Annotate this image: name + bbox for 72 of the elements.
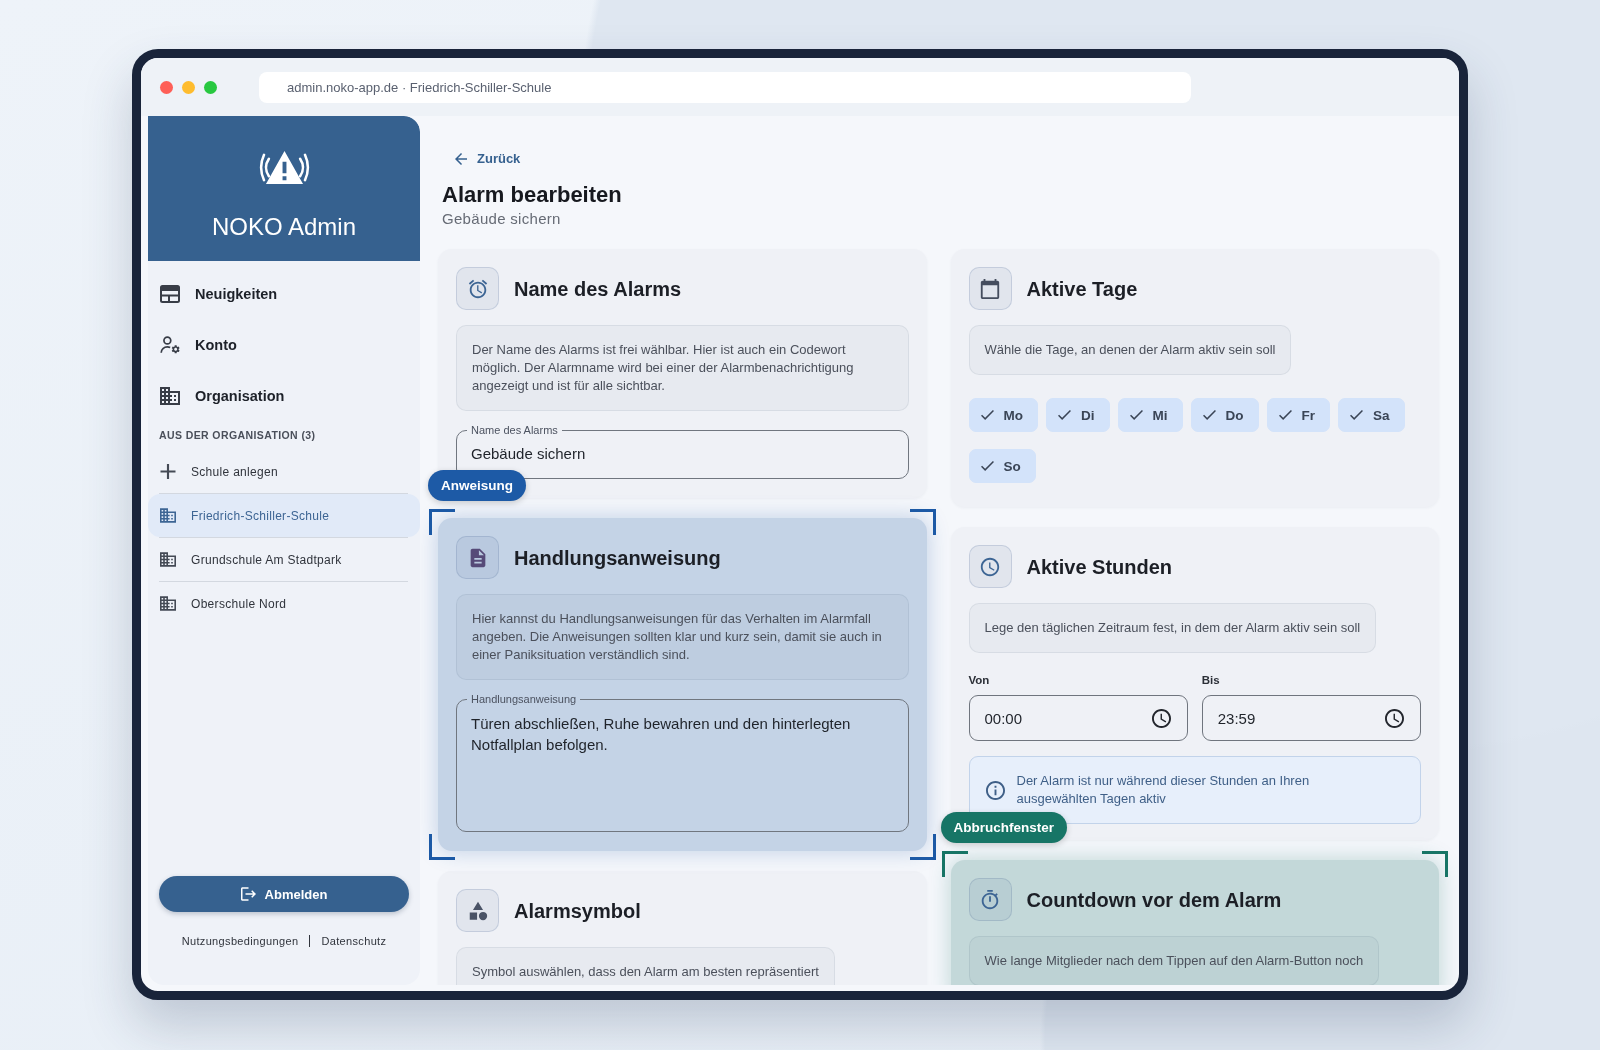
clock-icon	[1385, 708, 1404, 728]
card-title: Handlungsanweisung	[514, 545, 721, 570]
day-chip[interactable]: Di	[1046, 398, 1110, 432]
calendar-icon	[968, 267, 1012, 310]
logout-icon	[240, 887, 256, 901]
arrow-left-icon	[455, 153, 467, 165]
nav-item[interactable]: Konto	[148, 319, 420, 370]
card-description: Symbol auswählen, dass den Alarm am besten repräsentiert	[456, 947, 835, 985]
warning-signal-icon	[258, 148, 310, 187]
maximize-window-icon[interactable]	[204, 80, 217, 94]
card-description: Lege den täglichen Zeitraum fest, in dem der Alarm aktiv sein soll	[968, 603, 1377, 653]
instruction-textarea[interactable]: Handlungsanweisung Türen abschließen, Ruhe bewahren und den hinterlegten Notfallplan befolgen.	[456, 693, 909, 832]
footer-link[interactable]: Datenschutz	[321, 934, 387, 948]
alarm-clock-icon	[456, 267, 499, 310]
card-title: Countdown vor dem Alarm	[1026, 887, 1282, 912]
brand-name: NOKO Admin	[211, 213, 356, 241]
card-title: Alarmsymbol	[514, 898, 641, 923]
check-icon	[1278, 410, 1292, 420]
check-icon	[1058, 410, 1071, 420]
org-list-item[interactable]: Grundschule Am Stadtpark	[148, 538, 420, 581]
address-bar[interactable]: admin.noko-app.de · Friedrich-Schiller-Schule	[259, 71, 1191, 103]
building-icon	[160, 508, 176, 523]
newspaper-icon	[160, 284, 180, 303]
card-description: Wie lange Mitglieder nach dem Tippen auf den Alarm-Button noch	[968, 936, 1380, 985]
document-icon	[456, 536, 499, 579]
nav-item[interactable]: Organisation	[148, 370, 420, 421]
clock-icon	[968, 545, 1012, 588]
building-icon	[160, 596, 176, 611]
annotation-tag: Abbruchfenster	[940, 812, 1067, 843]
info-icon	[985, 780, 1005, 800]
day-chip[interactable]: Fr	[1266, 398, 1330, 432]
card-title: Name des Alarms	[514, 276, 682, 301]
org-list-item[interactable]: Oberschule Nord	[148, 582, 420, 625]
time-input[interactable]: 23:59	[1201, 695, 1421, 741]
check-icon	[1129, 410, 1143, 420]
org-list-item[interactable]: Schule anlegen	[148, 450, 420, 493]
info-text: Der Alarm ist nur während dieser Stunden an Ihren ausgewählten Tagen aktiv	[1016, 772, 1311, 808]
logout-button[interactable]: Abmelden	[159, 876, 409, 912]
day-chip[interactable]: Sa	[1338, 398, 1405, 432]
stopwatch-icon	[968, 878, 1012, 921]
card-description: Der Name des Alarms ist frei wählbar. Hier ist auch ein Codewort möglich. Der Alarmname wird bei einer der Alarmbenachrichtigung angezeigt und ist für alle sichtbar.	[456, 325, 909, 411]
card-title: Aktive Tage	[1026, 276, 1138, 301]
field-label: Von	[968, 673, 990, 687]
clock-icon	[1151, 708, 1171, 728]
page-title: Alarm bearbeiten	[442, 182, 622, 208]
shapes-icon	[456, 889, 499, 932]
check-icon	[980, 461, 994, 471]
back-link[interactable]: Zurück	[442, 145, 531, 173]
org-list-item[interactable]: Friedrich-Schiller-Schule	[148, 494, 420, 537]
card-description: Hier kannst du Handlungsanweisungen für das Verhalten im Alarmfall angeben. Die Anweisungen sollten klar und kurz sein, damit sie auch in einer Paniksituation verständlich sind.	[456, 594, 909, 680]
close-window-icon[interactable]	[160, 80, 173, 94]
card-title: Aktive Stunden	[1026, 554, 1173, 579]
plus-icon	[160, 464, 176, 479]
check-icon	[1202, 410, 1216, 420]
section-heading: AUS DER ORGANISATION (3)	[158, 428, 317, 442]
day-chip[interactable]: Mo	[968, 398, 1038, 432]
day-chip[interactable]: Mi	[1117, 398, 1183, 432]
footer-link[interactable]: Nutzungsbedingungen	[181, 934, 299, 948]
user-gear-icon	[160, 335, 180, 354]
annotation-tag: Anweisung	[428, 470, 526, 501]
nav-item[interactable]: Neuigkeiten	[148, 268, 420, 319]
check-icon	[1350, 410, 1363, 420]
page-subtitle: Gebäude sichern	[442, 210, 561, 228]
day-chip[interactable]: So	[968, 449, 1036, 483]
building-icon	[160, 552, 176, 567]
card-description: Wähle die Tage, an denen der Alarm aktiv sein soll	[968, 325, 1292, 375]
day-chip[interactable]: Do	[1190, 398, 1259, 432]
building-icon	[160, 386, 180, 405]
check-icon	[980, 410, 994, 420]
time-input[interactable]: 00:00	[968, 695, 1188, 741]
minimize-window-icon[interactable]	[182, 80, 195, 94]
field-label: Bis	[1201, 673, 1220, 687]
